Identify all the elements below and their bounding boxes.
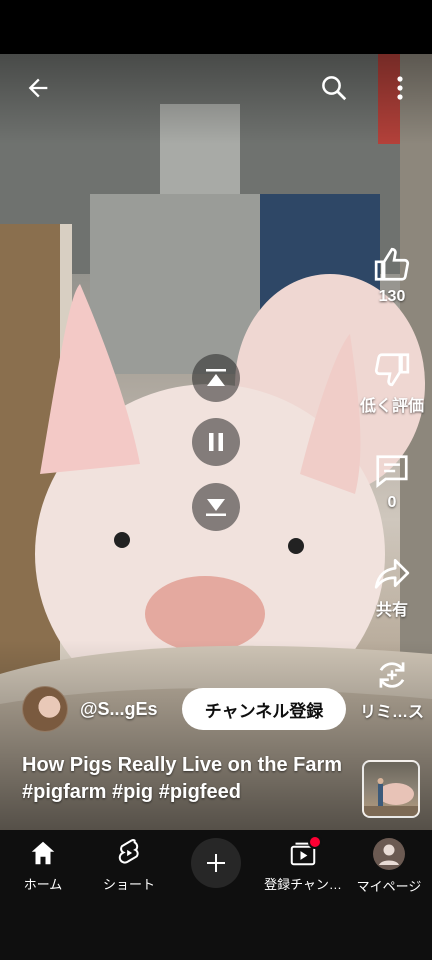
create-button[interactable] — [191, 838, 241, 888]
shorts-icon — [118, 839, 139, 864]
back-button[interactable] — [20, 70, 56, 106]
nav-home-label: ホーム — [23, 877, 63, 892]
remix-label: リミ…ス — [359, 704, 424, 721]
pig-thumbnail-image — [364, 778, 418, 816]
thumb-up-icon — [374, 247, 410, 281]
skip-to-end-icon — [206, 499, 226, 516]
nav-you[interactable]: マイページ — [346, 838, 432, 895]
seek-forward-button[interactable] — [192, 483, 240, 531]
nav-home[interactable]: ホーム — [0, 838, 86, 893]
skip-to-start-icon — [206, 369, 226, 386]
video-title[interactable]: How Pigs Really Live on the Farm #pigfar… — [22, 752, 352, 806]
nav-shorts[interactable]: ショート — [86, 838, 172, 893]
notification-dot — [308, 835, 322, 849]
profile-avatar-icon — [373, 838, 405, 870]
channel-avatar[interactable] — [22, 686, 68, 732]
remix-icon — [379, 662, 405, 688]
thumb-down-icon — [374, 353, 410, 387]
subscribe-button[interactable]: チャンネル登録 — [182, 688, 346, 730]
status-bar — [0, 0, 432, 54]
pause-button[interactable] — [192, 418, 240, 466]
dislike-label: 低く評価 — [359, 398, 424, 415]
seek-back-button[interactable] — [192, 354, 240, 402]
nav-subscriptions[interactable]: 登録チャン… — [260, 835, 346, 893]
comment-icon — [376, 455, 408, 489]
search-icon — [322, 76, 347, 101]
channel-info[interactable]: @S...gEs — [22, 686, 158, 732]
more-vert-icon — [397, 76, 403, 100]
dislike-button[interactable]: 低く評価 — [352, 350, 432, 416]
nav-you-label: マイページ — [356, 879, 422, 894]
nav-subscriptions-label: 登録チャン… — [264, 877, 342, 892]
sound-thumbnail[interactable] — [362, 760, 420, 818]
share-label: 共有 — [375, 602, 408, 619]
share-icon — [374, 558, 410, 589]
like-button[interactable]: 130 — [352, 246, 432, 306]
remix-button[interactable]: リミ…ス — [352, 656, 432, 722]
home-icon — [31, 841, 55, 865]
like-count: 130 — [378, 288, 406, 305]
plus-icon — [207, 854, 225, 872]
comment-count: 0 — [387, 494, 397, 511]
comments-button[interactable]: 0 — [352, 452, 432, 512]
channel-handle[interactable]: @S...gEs — [80, 699, 158, 720]
share-button[interactable]: 共有 — [352, 554, 432, 620]
pause-icon — [209, 433, 223, 451]
nav-shorts-label: ショート — [102, 877, 155, 892]
top-overlay — [0, 54, 432, 144]
arrow-left-icon — [28, 78, 48, 98]
search-button[interactable] — [316, 70, 352, 106]
subscriptions-icon-wrap — [288, 835, 322, 868]
more-options-button[interactable] — [384, 70, 416, 106]
